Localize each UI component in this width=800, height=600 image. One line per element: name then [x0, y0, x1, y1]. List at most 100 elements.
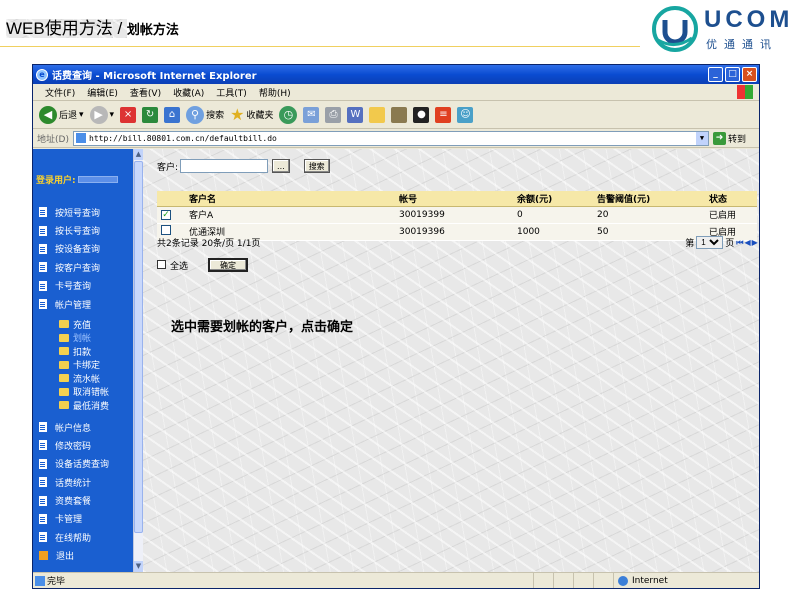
table-row: ✓ 客户A 30019399 0 20 已启用: [157, 206, 757, 224]
cell-balance: 0: [515, 206, 595, 224]
confirm-button[interactable]: 确定: [208, 258, 249, 272]
page-content: 登录用户: 按短号查询 按长号查询 按设备查询 按客户查询 卡号查询 帐户管理 …: [33, 149, 759, 572]
sidebar-item-customer[interactable]: 按客户查询: [39, 258, 131, 276]
notes-icon[interactable]: [369, 106, 386, 123]
stop-icon[interactable]: ×: [120, 106, 137, 123]
search-submit-button[interactable]: 搜索: [303, 159, 330, 173]
sidebar-item-device-charges[interactable]: 设备话费查询: [39, 455, 131, 473]
sidebar: 登录用户: 按短号查询 按长号查询 按设备查询 按客户查询 卡号查询 帐户管理 …: [33, 149, 133, 572]
history-icon[interactable]: ◷: [279, 105, 298, 124]
select-all[interactable]: 全选: [157, 259, 188, 272]
plugin-icon[interactable]: ≡: [435, 106, 452, 123]
cell-status: 已启用: [707, 206, 757, 224]
close-button[interactable]: ×: [742, 67, 757, 82]
document-icon: [39, 225, 47, 236]
sidebar-item-label: 卡管理: [55, 515, 83, 526]
address-bar: 地址(D) http://bill.80801.com.cn/defaultbi…: [33, 129, 759, 148]
maximize-button[interactable]: □: [725, 67, 740, 82]
pager-suffix: 页: [725, 239, 735, 249]
scroll-down-icon[interactable]: ▼: [134, 561, 143, 572]
sidebar-scrollbar[interactable]: ▲ ▼: [133, 149, 143, 572]
subitem-label: 扣款: [73, 347, 92, 358]
select-all-checkbox[interactable]: [157, 259, 166, 269]
ucom-logo-mark: [652, 6, 698, 52]
customer-label: 客户:: [157, 162, 179, 173]
sidebar-item-statistics[interactable]: 话费统计: [39, 473, 131, 491]
menu-favorites[interactable]: 收藏(A): [173, 86, 204, 99]
window-titlebar[interactable]: e 话费查询 - Microsoft Internet Explorer _ □…: [33, 65, 759, 84]
folder-icon: [59, 360, 69, 369]
research-icon[interactable]: [391, 106, 408, 123]
row-checkbox-checked[interactable]: ✓: [161, 209, 171, 220]
subitem-label: 最低消费: [73, 401, 110, 412]
sidebar-item-label: 按短号查询: [55, 208, 101, 219]
sidebar-item-label: 按客户查询: [55, 263, 101, 274]
subitem-card-binding[interactable]: 卡绑定: [59, 358, 131, 372]
address-url: http://bill.80801.com.cn/defaultbill.do: [89, 133, 277, 143]
subitem-cancel-error[interactable]: 取消错帐: [59, 385, 131, 399]
sidebar-item-card-mgmt[interactable]: 卡管理: [39, 510, 131, 528]
title-divider: [0, 46, 640, 47]
subitem-transfer[interactable]: 划帐: [59, 331, 131, 345]
go-label: 转到: [728, 134, 747, 145]
action-row: 全选 确定: [157, 258, 249, 272]
address-input[interactable]: http://bill.80801.com.cn/defaultbill.do …: [73, 130, 709, 146]
customer-input[interactable]: [180, 159, 269, 173]
print-icon[interactable]: ⎙: [325, 106, 342, 123]
scroll-thumb[interactable]: [134, 161, 143, 533]
home-icon[interactable]: ⌂: [164, 106, 181, 123]
instruction-text: 选中需要划帐的客户，点击确定: [171, 320, 354, 335]
logo-subtitle: 优通通讯: [706, 38, 778, 51]
scroll-up-icon[interactable]: ▲: [134, 149, 143, 160]
subitem-deduct[interactable]: 扣款: [59, 344, 131, 358]
sidebar-item-card[interactable]: 卡号查询: [39, 277, 131, 295]
pager-nav-icons[interactable]: ⏮◀▶⏭: [736, 238, 759, 248]
edit-icon[interactable]: W: [347, 106, 364, 123]
refresh-icon[interactable]: ↻: [142, 106, 159, 123]
menu-help[interactable]: 帮助(H): [259, 86, 291, 99]
forward-dropdown-icon[interactable]: ▾: [110, 110, 115, 120]
messenger-icon[interactable]: ☺: [457, 106, 474, 123]
folder-icon: [59, 320, 69, 329]
qq-icon[interactable]: ●: [413, 106, 430, 123]
sidebar-item-change-password[interactable]: 修改密码: [39, 436, 131, 454]
forward-button[interactable]: ▶ ▾: [89, 105, 115, 124]
row-checkbox[interactable]: [161, 225, 171, 235]
main-panel: 客户: ... 搜索 客户名 帐号 余额(元) 告警阈值(元) 状态 ✓ 客户A…: [143, 149, 759, 572]
browse-button[interactable]: ...: [272, 159, 290, 173]
ucom-logo: UCOM 优通通讯: [650, 4, 798, 56]
sidebar-item-long-number[interactable]: 按长号查询: [39, 221, 131, 239]
subitem-journal[interactable]: 流水帐: [59, 371, 131, 385]
menu-view[interactable]: 查看(V): [130, 86, 161, 99]
sidebar-item-plans[interactable]: 资费套餐: [39, 491, 131, 509]
menu-file[interactable]: 文件(F): [45, 86, 75, 99]
sidebar-item-help[interactable]: 在线帮助: [39, 528, 131, 546]
login-user-label: 登录用户:: [36, 176, 76, 186]
back-arrow-icon: ◀: [39, 105, 57, 124]
sidebar-item-short-number[interactable]: 按短号查询: [39, 203, 131, 221]
subitem-minimum-charge[interactable]: 最低消费: [59, 398, 131, 412]
mail-icon[interactable]: ✉: [303, 106, 320, 123]
search-button[interactable]: ⚲ 搜索: [186, 105, 224, 124]
subitem-recharge[interactable]: 充值: [59, 317, 131, 331]
favorites-button[interactable]: ★ 收藏夹: [230, 105, 273, 124]
folder-icon: [59, 401, 69, 410]
sidebar-item-device[interactable]: 按设备查询: [39, 240, 131, 258]
address-dropdown-icon[interactable]: ▼: [696, 131, 708, 145]
pager-prefix: 第: [685, 239, 695, 249]
page-select[interactable]: 1: [696, 236, 724, 249]
back-button[interactable]: ◀ 后退 ▾: [39, 105, 84, 124]
folder-icon: [59, 387, 69, 396]
go-button[interactable]: ➜ 转到: [713, 131, 747, 145]
sidebar-item-exit[interactable]: 退出: [39, 547, 131, 565]
sidebar-item-account-mgmt[interactable]: 帐户管理: [39, 295, 131, 313]
favorites-label: 收藏夹: [246, 111, 274, 121]
menu-edit[interactable]: 编辑(E): [87, 86, 118, 99]
folder-icon: [59, 333, 69, 342]
back-dropdown-icon[interactable]: ▾: [79, 110, 84, 120]
sidebar-item-label: 资费套餐: [55, 497, 92, 508]
minimize-button[interactable]: _: [708, 67, 723, 82]
menu-tools[interactable]: 工具(T): [216, 86, 247, 99]
search-icon: ⚲: [186, 105, 205, 124]
sidebar-item-account-info[interactable]: 帐户信息: [39, 418, 131, 436]
